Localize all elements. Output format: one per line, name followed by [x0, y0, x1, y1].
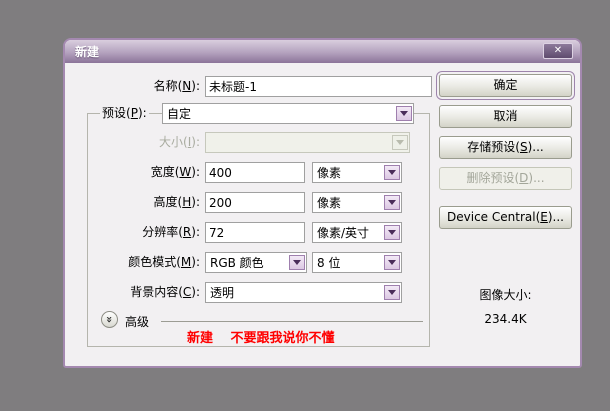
resolution-label: 分辨率(R): [142, 225, 200, 239]
background-select[interactable]: 透明 [205, 282, 402, 303]
size-label: 大小(I): [159, 135, 200, 149]
chevron-down-icon[interactable] [289, 255, 305, 270]
color-mode-label: 颜色模式(M): [128, 255, 200, 269]
advanced-divider [161, 321, 423, 322]
height-label: 高度(H): [153, 195, 200, 209]
preset-label: 预设(P): [100, 103, 149, 124]
preset-select[interactable]: 自定 [162, 103, 414, 124]
chevron-down-icon[interactable] [384, 225, 400, 240]
width-label: 宽度(W): [150, 165, 200, 179]
double-chevron-down-icon: » [102, 315, 116, 323]
chevron-down-icon[interactable] [384, 165, 400, 180]
close-icon[interactable]: ✕ [543, 43, 573, 59]
delete-preset-button: 删除预设(D)... [439, 167, 572, 190]
ok-button[interactable]: 确定 [439, 74, 572, 97]
dialog-titlebar[interactable]: 新建 [65, 40, 580, 63]
background-label: 背景内容(C): [130, 285, 200, 299]
red-annotation-text: 新建 不要跟我说你不懂 [187, 331, 335, 346]
advanced-expander-button[interactable]: » [101, 311, 118, 328]
new-document-dialog: 新建 ✕ 名称(N): 预设(P): 自定 大小(I): 宽度(W): 像素 高… [63, 38, 582, 368]
image-size-value: 234.4K [484, 312, 527, 326]
cancel-button[interactable]: 取消 [439, 105, 572, 128]
advanced-label: 高级 [125, 315, 150, 329]
chevron-down-icon[interactable] [384, 195, 400, 210]
save-preset-button[interactable]: 存储预设(S)... [439, 136, 572, 159]
width-unit-select[interactable]: 像素 [312, 162, 402, 183]
name-label: 名称(N): [153, 79, 200, 93]
chevron-down-icon[interactable] [384, 285, 400, 300]
resolution-input[interactable] [205, 222, 305, 243]
height-input[interactable] [205, 192, 305, 213]
width-input[interactable] [205, 162, 305, 183]
bit-depth-select[interactable]: 8 位 [312, 252, 402, 273]
chevron-down-icon[interactable] [396, 106, 412, 121]
dialog-title: 新建 [75, 45, 100, 59]
device-central-button[interactable]: Device Central(E)... [439, 206, 572, 229]
color-mode-select[interactable]: RGB 颜色 [205, 252, 307, 273]
name-input[interactable] [205, 76, 432, 97]
resolution-unit-select[interactable]: 像素/英寸 [312, 222, 402, 243]
image-size-label: 图像大小: [479, 288, 532, 302]
chevron-down-icon [392, 135, 408, 150]
height-unit-select[interactable]: 像素 [312, 192, 402, 213]
size-select [205, 132, 410, 153]
chevron-down-icon[interactable] [384, 255, 400, 270]
